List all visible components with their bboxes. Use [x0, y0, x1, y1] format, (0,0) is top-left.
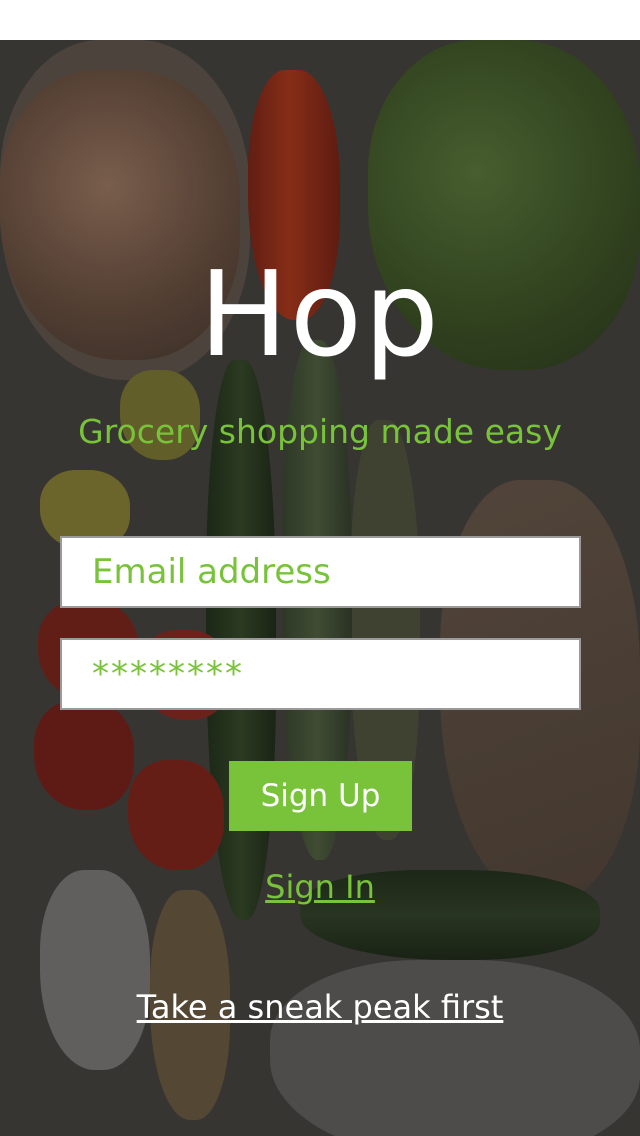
app-title: Hop	[199, 245, 441, 383]
app-tagline: Grocery shopping made easy	[78, 412, 562, 451]
password-field[interactable]	[60, 638, 581, 710]
sneak-peek-label[interactable]: Take a sneak peak first	[137, 988, 504, 1026]
sign-in-label[interactable]: Sign In	[265, 868, 375, 906]
email-field[interactable]	[60, 536, 581, 608]
sign-in-link[interactable]: Sign In	[0, 868, 640, 906]
status-bar	[0, 0, 640, 40]
sneak-peek-link[interactable]: Take a sneak peak first	[0, 988, 640, 1026]
sign-up-button[interactable]: Sign Up	[229, 761, 412, 831]
